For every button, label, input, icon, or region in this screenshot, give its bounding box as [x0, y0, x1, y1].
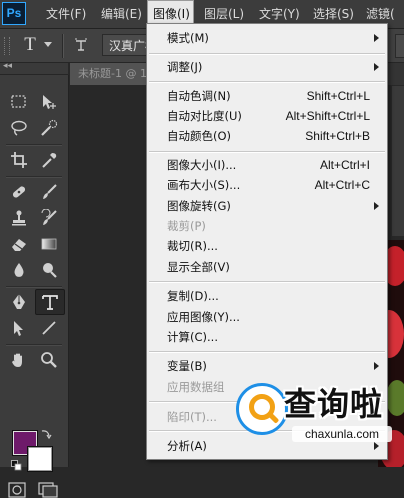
- watermark-url: chaxunla.com: [292, 426, 392, 442]
- menu-file[interactable]: 文件(F): [46, 0, 86, 28]
- screen-mode-icon[interactable]: [38, 482, 58, 498]
- type-icon[interactable]: [35, 289, 65, 315]
- quick-selection-icon[interactable]: [35, 116, 63, 140]
- menu-separator: [149, 53, 385, 55]
- tools-divider: [6, 176, 62, 178]
- spot-healing-icon[interactable]: [5, 180, 33, 204]
- menu-item-canvas-size[interactable]: 画布大小(S)... Alt+Ctrl+C: [147, 175, 387, 195]
- background-color-swatch[interactable]: [28, 447, 52, 471]
- tools-panel: [0, 75, 69, 498]
- menu-separator: [149, 281, 385, 283]
- dodge-icon[interactable]: [35, 258, 63, 282]
- font-style-select[interactable]: [395, 34, 404, 58]
- rectangular-marquee-icon[interactable]: [5, 90, 33, 114]
- menu-item-image-rotation[interactable]: 图像旋转(G): [147, 196, 387, 216]
- site-watermark: 查询啦 chaxunla.com: [236, 381, 402, 445]
- path-selection-icon[interactable]: [5, 316, 33, 340]
- menu-item-auto-tone[interactable]: 自动色调(N) Shift+Ctrl+L: [147, 86, 387, 106]
- menu-separator: [149, 351, 385, 353]
- history-brush-icon[interactable]: [35, 206, 63, 230]
- swap-colors-icon[interactable]: [40, 428, 52, 440]
- move-icon[interactable]: [35, 90, 63, 114]
- menu-item-crop: 裁剪(P): [167, 219, 206, 233]
- eyedropper-icon[interactable]: [35, 148, 63, 172]
- submenu-arrow-icon: [374, 34, 379, 42]
- tools-divider: [6, 344, 62, 346]
- quick-mask-icon[interactable]: [8, 482, 26, 498]
- menu-item-reveal-all[interactable]: 显示全部(V): [147, 257, 387, 277]
- blur-icon[interactable]: [5, 258, 33, 282]
- tools-divider: [6, 144, 62, 146]
- line-icon[interactable]: [35, 316, 63, 340]
- pen-icon[interactable]: [5, 290, 33, 314]
- menu-item-trim[interactable]: 裁切(R)...: [147, 236, 387, 256]
- menu-item-calculations[interactable]: 计算(C)...: [147, 327, 387, 347]
- watermark-title: 查询啦: [284, 385, 384, 423]
- type-tool-preset-icon[interactable]: T: [18, 33, 42, 57]
- submenu-arrow-icon: [374, 362, 379, 370]
- eraser-icon[interactable]: [5, 232, 33, 256]
- menu-separator: [149, 151, 385, 153]
- menu-item-apply-image[interactable]: 应用图像(Y)...: [147, 307, 387, 327]
- menu-item-auto-contrast[interactable]: 自动对比度(U) Alt+Shift+Ctrl+L: [147, 106, 387, 126]
- menu-separator: [149, 81, 385, 83]
- options-divider: [62, 34, 64, 58]
- options-grip[interactable]: [4, 37, 10, 55]
- crop-icon[interactable]: [5, 148, 33, 172]
- menu-item-duplicate[interactable]: 复制(D)...: [147, 286, 387, 306]
- submenu-arrow-icon: [374, 63, 379, 71]
- brush-icon[interactable]: [35, 180, 63, 204]
- hand-icon[interactable]: [5, 348, 33, 372]
- panel-dock-strip: [392, 86, 404, 236]
- default-colors-icon[interactable]: [11, 460, 22, 471]
- gradient-icon[interactable]: [35, 232, 63, 256]
- menu-item-variables[interactable]: 变量(B): [147, 356, 387, 376]
- tools-divider: [6, 286, 62, 288]
- menu-item-auto-color[interactable]: 自动颜色(O) Shift+Ctrl+B: [147, 126, 387, 146]
- menu-item-image-size[interactable]: 图像大小(I)... Alt+Ctrl+I: [147, 155, 387, 175]
- collapse-icon[interactable]: ◂◂: [3, 61, 12, 71]
- clone-stamp-icon[interactable]: [5, 206, 33, 230]
- watermark-logo-icon: [236, 383, 288, 435]
- text-orientation-icon[interactable]: [74, 38, 88, 52]
- photoshop-logo: Ps: [2, 2, 26, 25]
- lasso-icon[interactable]: [5, 116, 33, 140]
- chevron-down-icon[interactable]: [44, 42, 52, 47]
- menu-edit[interactable]: 编辑(E): [101, 0, 142, 28]
- submenu-arrow-icon: [374, 202, 379, 210]
- menu-item-mode[interactable]: 模式(M): [147, 28, 387, 48]
- menu-item-adjustments[interactable]: 调整(J): [147, 57, 387, 77]
- zoom-icon[interactable]: [35, 348, 63, 372]
- tools-panel-header[interactable]: ◂◂: [0, 61, 68, 75]
